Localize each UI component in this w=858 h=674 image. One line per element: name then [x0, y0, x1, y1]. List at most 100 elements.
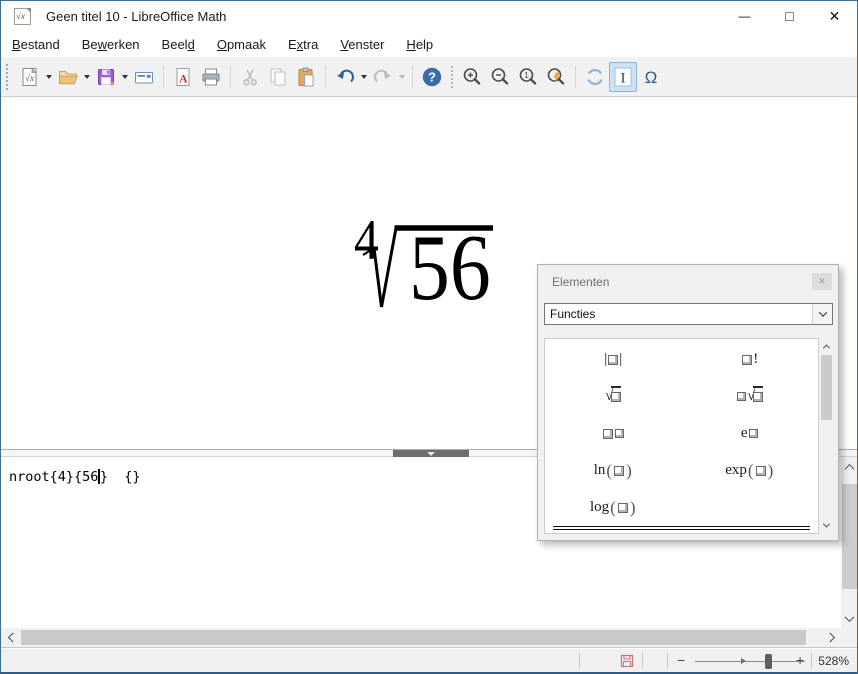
formula-nroot-4-56[interactable]: 4 56: [351, 209, 501, 320]
redo-arrow-icon: [374, 69, 391, 82]
zoom-100-tick-icon: [741, 658, 746, 664]
chevron-down-icon: [822, 520, 831, 528]
menu-help[interactable]: Help: [395, 33, 444, 56]
sqrt-x-icon: √x: [16, 10, 25, 21]
symbol-text: |: [619, 351, 623, 367]
element-absolute-value[interactable]: | |: [604, 351, 622, 368]
undo-button[interactable]: [331, 62, 359, 92]
separator: [163, 65, 164, 88]
menu-bestand[interactable]: Bestand: [1, 33, 71, 56]
toolbar-grip-icon[interactable]: [6, 63, 10, 90]
element-logarithm[interactable]: log(): [590, 499, 637, 516]
symbols-catalog-button[interactable]: Ω: [637, 62, 665, 92]
panel-scrollbar[interactable]: [820, 338, 833, 534]
command-vscrollbar[interactable]: [841, 457, 857, 628]
open-dropdown[interactable]: [82, 62, 92, 92]
menu-venster[interactable]: Venster: [329, 33, 395, 56]
menu-extra[interactable]: Extra: [277, 33, 329, 56]
element-e-power[interactable]: e: [741, 425, 759, 442]
statusbar: − + 528%: [1, 647, 857, 672]
formula-cursor-toggle[interactable]: I: [609, 61, 637, 92]
unsaved-changes-indicator[interactable]: [619, 653, 635, 669]
open-button[interactable]: [54, 62, 82, 92]
menu-beeld[interactable]: Beeld: [151, 33, 206, 56]
svg-text:1: 1: [524, 70, 529, 80]
help-button[interactable]: ?: [418, 62, 446, 92]
print-button[interactable]: [197, 62, 225, 92]
chevron-up-icon: [822, 344, 831, 352]
new-formula-button[interactable]: √x: [16, 62, 44, 92]
zoom-out-control[interactable]: −: [677, 652, 685, 668]
copy-button-disabled: [264, 62, 292, 92]
root-index: 4: [354, 209, 379, 272]
export-pdf-button[interactable]: A: [169, 62, 197, 92]
radicand: 56: [409, 216, 491, 320]
save-dropdown[interactable]: [120, 62, 130, 92]
maximize-button[interactable]: □: [767, 1, 812, 31]
zoom-slider-track[interactable]: [695, 661, 805, 662]
separator: [642, 653, 643, 669]
element-factorial[interactable]: !: [741, 351, 758, 368]
symbol-text: !: [753, 351, 759, 367]
zoom-slider-thumb[interactable]: [765, 654, 772, 669]
symbol-text: |: [604, 351, 608, 367]
symbol-text: ): [767, 461, 774, 480]
element-natural-logarithm[interactable]: ln(): [594, 462, 633, 479]
zoom-in-button[interactable]: [458, 62, 486, 92]
category-dropdown[interactable]: Functies: [544, 303, 833, 325]
element-square-root[interactable]: √: [605, 386, 622, 407]
new-formula-dropdown[interactable]: [44, 62, 54, 92]
placeholder-box-icon: [753, 392, 764, 402]
menu-opmaak[interactable]: Opmaak: [206, 33, 277, 56]
open-folder-icon: [59, 70, 78, 84]
menu-bewerken[interactable]: Bewerken: [71, 33, 151, 56]
email-document-button[interactable]: [130, 62, 158, 92]
element-power[interactable]: [602, 428, 625, 439]
zoom-100-icon: 1: [519, 67, 537, 85]
scroll-up-button[interactable]: [820, 340, 833, 353]
panel-close-button[interactable]: ✕: [812, 273, 832, 290]
scroll-down-button[interactable]: [820, 519, 833, 532]
caret-down-icon: [399, 74, 405, 79]
scroll-up-button[interactable]: [841, 459, 857, 475]
splitter-handle[interactable]: [393, 450, 469, 457]
element-nth-root[interactable]: √: [736, 386, 764, 407]
refresh-button[interactable]: [581, 62, 609, 92]
vscroll-thumb[interactable]: [842, 484, 857, 589]
save-button[interactable]: [92, 62, 120, 92]
scroll-right-button[interactable]: [823, 628, 839, 647]
hscroll-thumb[interactable]: [21, 630, 806, 645]
caret-down-icon: [84, 74, 90, 79]
panel-scroll-thumb[interactable]: [821, 355, 832, 420]
new-formula-icon: √x: [22, 67, 37, 86]
scroll-left-button[interactable]: [3, 628, 19, 647]
show-all-button[interactable]: [542, 62, 570, 92]
placeholder-box-icon: [748, 429, 758, 438]
omega-icon: Ω: [645, 68, 658, 87]
command-hscrollbar[interactable]: [1, 628, 841, 647]
caret-down-icon: [46, 74, 52, 79]
close-button[interactable]: ✕: [812, 1, 857, 31]
svg-text:√x: √x: [25, 73, 34, 83]
panel-grid: | |! √ √ e ln() exp() log(): [545, 339, 818, 533]
zoom-out-button[interactable]: [486, 62, 514, 92]
symbol-text: (: [747, 461, 754, 480]
zoom-100-button[interactable]: 1: [514, 62, 542, 92]
svg-text:?: ?: [428, 69, 436, 84]
paste-button[interactable]: [292, 62, 320, 92]
menubar: Bestand Bewerken Beeld Opmaak Extra Vens…: [1, 31, 857, 57]
symbol-text: ln: [593, 462, 606, 478]
dropdown-button[interactable]: [812, 304, 832, 324]
element-exp-function[interactable]: exp(): [725, 462, 774, 479]
placeholder-box-icon: [753, 386, 764, 407]
titlebar: √x Geen titel 10 - LibreOffice Math — □ …: [1, 1, 857, 31]
minimize-button[interactable]: —: [722, 1, 767, 31]
separator: [451, 65, 453, 88]
zoom-in-control[interactable]: +: [796, 652, 804, 668]
save-floppy-icon: [98, 68, 115, 86]
zoom-level[interactable]: 528%: [818, 654, 849, 668]
printer-icon: [202, 68, 220, 85]
undo-dropdown[interactable]: [359, 62, 369, 92]
app-icon: √x: [14, 7, 31, 25]
scroll-down-button[interactable]: [841, 610, 857, 626]
